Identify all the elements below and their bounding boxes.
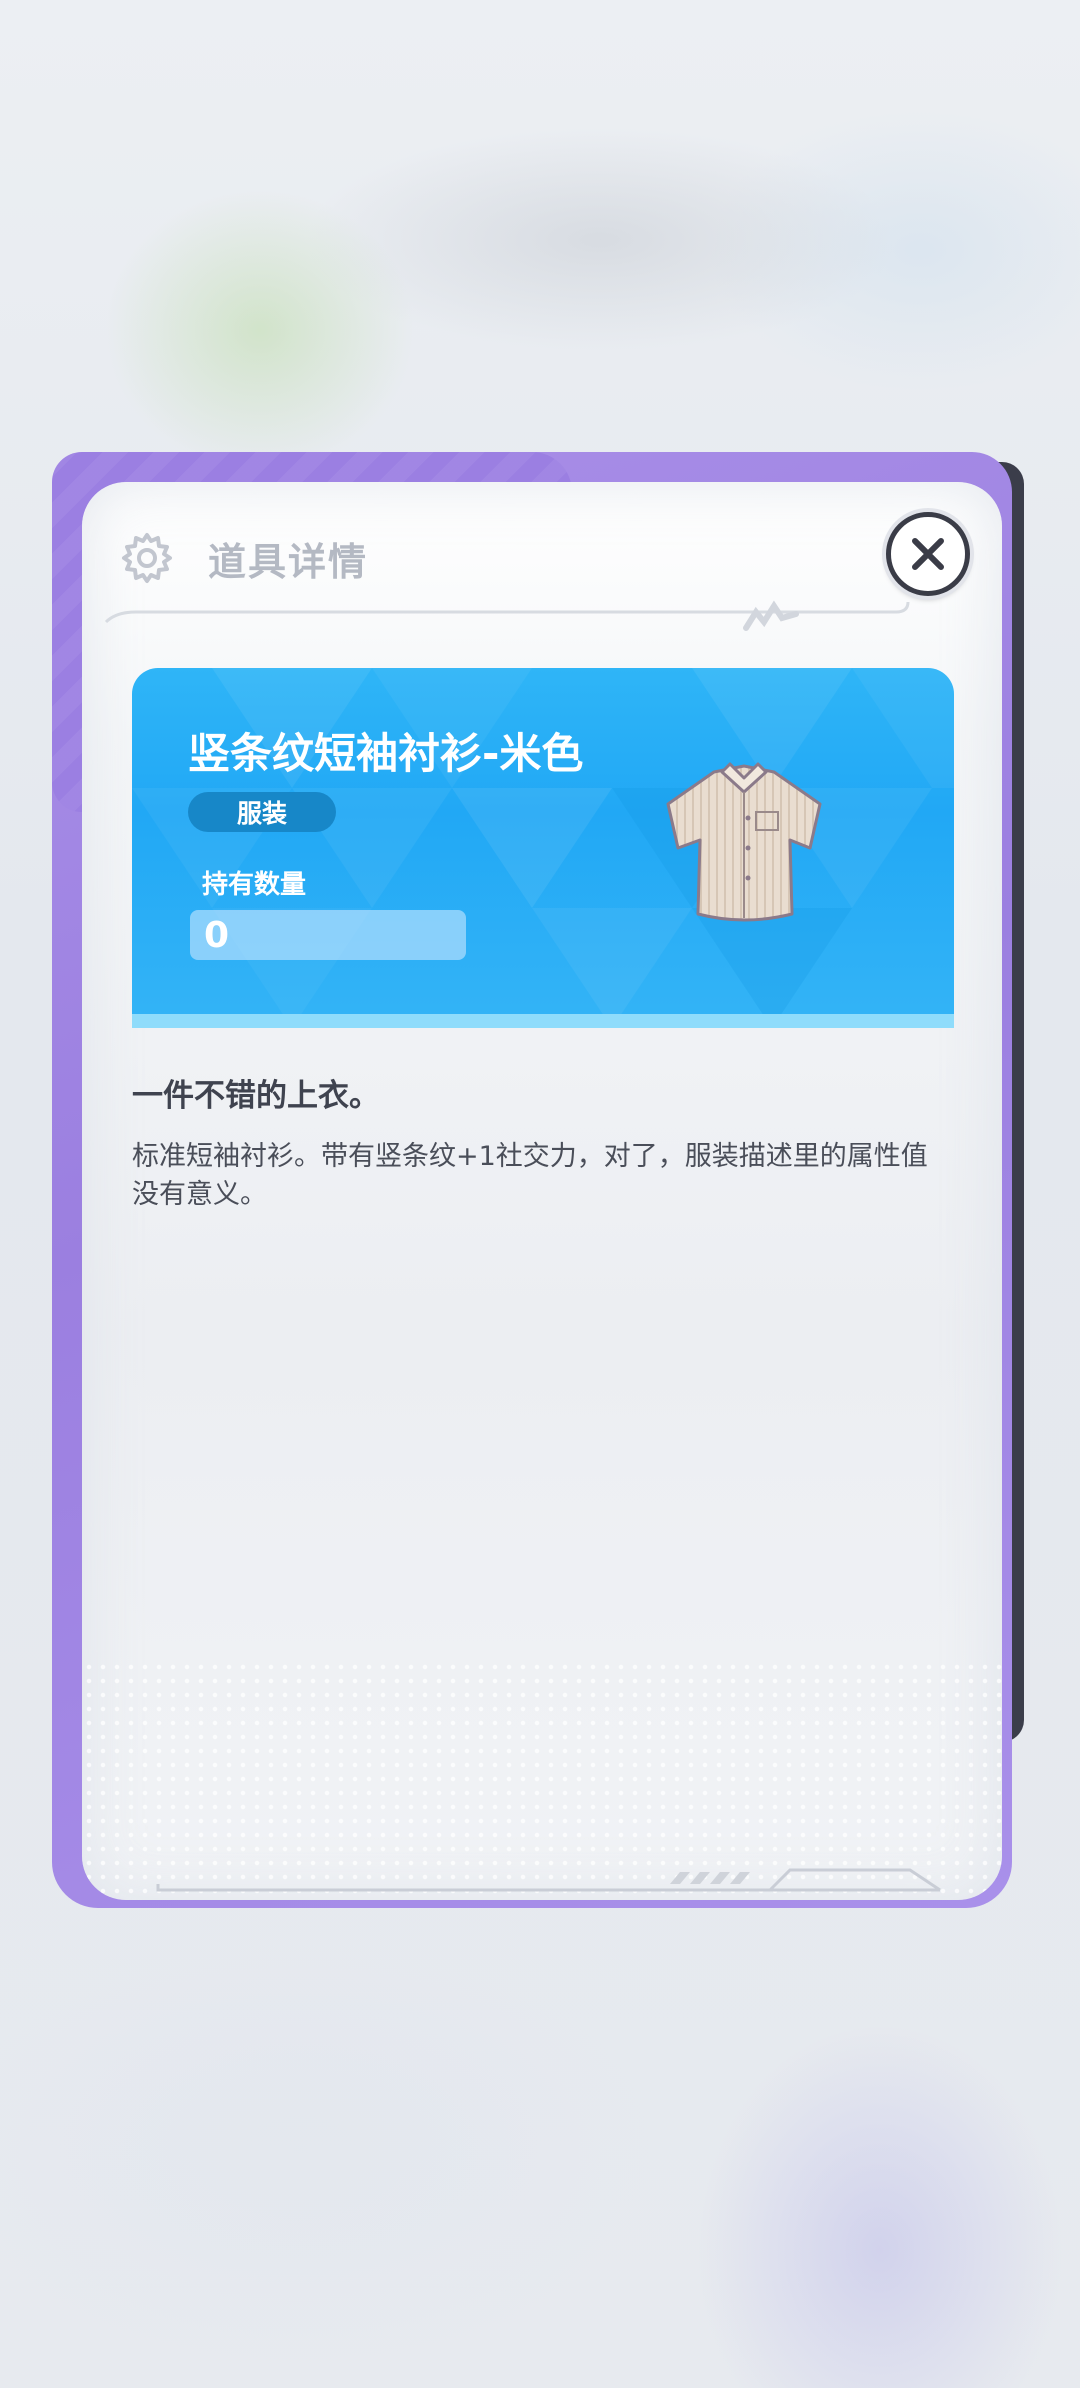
item-name: 竖条纹短袖衬衫-米色 bbox=[188, 729, 584, 778]
header-divider bbox=[104, 600, 910, 631]
banner-edge bbox=[132, 1014, 954, 1028]
quantity-value: 0 bbox=[190, 910, 466, 960]
dialog-title: 道具详情 bbox=[208, 539, 369, 584]
description-body: 标准短袖衬衫。带有竖条纹+1社交力，对了，服装描述里的属性值没有意义。 bbox=[132, 1141, 928, 1210]
shirt-icon bbox=[666, 762, 822, 922]
close-button[interactable] bbox=[886, 512, 970, 596]
close-icon bbox=[912, 538, 944, 570]
description-title: 一件不错的上衣。 bbox=[132, 1078, 380, 1114]
item-banner: 竖条纹短袖衬衫-米色 服装 持有数量 0 bbox=[132, 668, 954, 1028]
quantity-label: 持有数量 bbox=[202, 870, 307, 900]
category-badge: 服装 bbox=[188, 792, 336, 832]
footer-decoration bbox=[156, 1868, 941, 1892]
dialog-header: 道具详情 bbox=[120, 530, 368, 586]
gear-icon bbox=[122, 533, 172, 583]
